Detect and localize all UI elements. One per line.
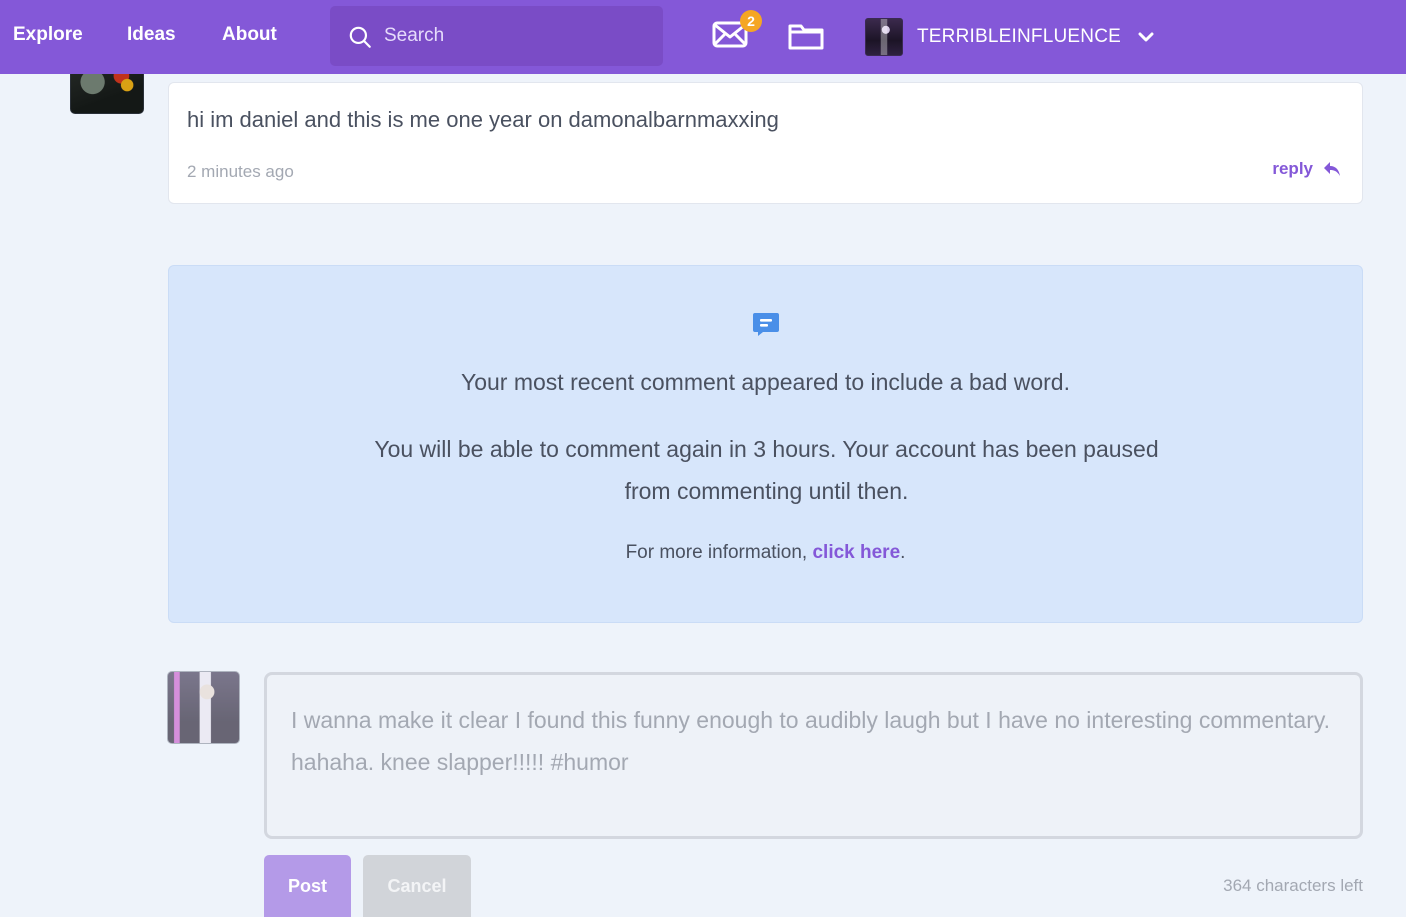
notification-badge: 2 — [740, 10, 762, 32]
search-icon — [349, 26, 371, 48]
reply-button[interactable]: reply — [1272, 159, 1342, 179]
characters-left: 364 characters left — [1223, 876, 1363, 895]
comment-textarea[interactable]: I wanna make it clear I found this funny… — [264, 672, 1363, 839]
click-here-link[interactable]: click here — [812, 542, 900, 563]
notice-more-info: For more information, click here. — [169, 540, 1362, 566]
more-info-prefix: For more information, — [625, 542, 813, 563]
more-info-suffix: . — [900, 542, 906, 563]
reply-label: reply — [1272, 159, 1313, 178]
comment-icon — [753, 313, 779, 336]
messages-button[interactable]: 2 — [710, 10, 762, 58]
search-box[interactable] — [330, 6, 663, 66]
collections-button[interactable] — [786, 18, 826, 54]
comment-timestamp: 2 minutes ago — [187, 162, 294, 181]
folder-icon — [788, 24, 824, 50]
user-avatar — [865, 18, 903, 56]
search-input[interactable] — [382, 6, 652, 66]
notice-pause-detail: You will be able to comment again in 3 h… — [374, 436, 1159, 504]
username: TERRIBLEINFLUENCE — [917, 26, 1121, 47]
notice-message: Your most recent comment appeared to inc… — [460, 369, 1070, 395]
nav-explore-link[interactable]: Explore — [13, 22, 83, 48]
reply-arrow-icon — [1324, 162, 1340, 176]
top-nav: Explore Ideas About 2 TERRIBLEINFLUENCE — [0, 0, 1406, 74]
cancel-button[interactable]: Cancel — [363, 855, 471, 917]
composer-avatar — [167, 671, 240, 744]
chevron-down-icon — [1138, 32, 1154, 42]
nav-ideas-link[interactable]: Ideas — [127, 22, 176, 48]
post-button[interactable]: Post — [264, 855, 351, 917]
comment-card: hi im daniel and this is me one year on … — [168, 82, 1363, 204]
user-menu[interactable]: TERRIBLEINFLUENCE — [865, 18, 1155, 56]
comment-text: hi im daniel and this is me one year on … — [187, 107, 779, 132]
nav-about-link[interactable]: About — [222, 22, 277, 48]
comment-paused-notice: Your most recent comment appeared to inc… — [168, 265, 1363, 623]
